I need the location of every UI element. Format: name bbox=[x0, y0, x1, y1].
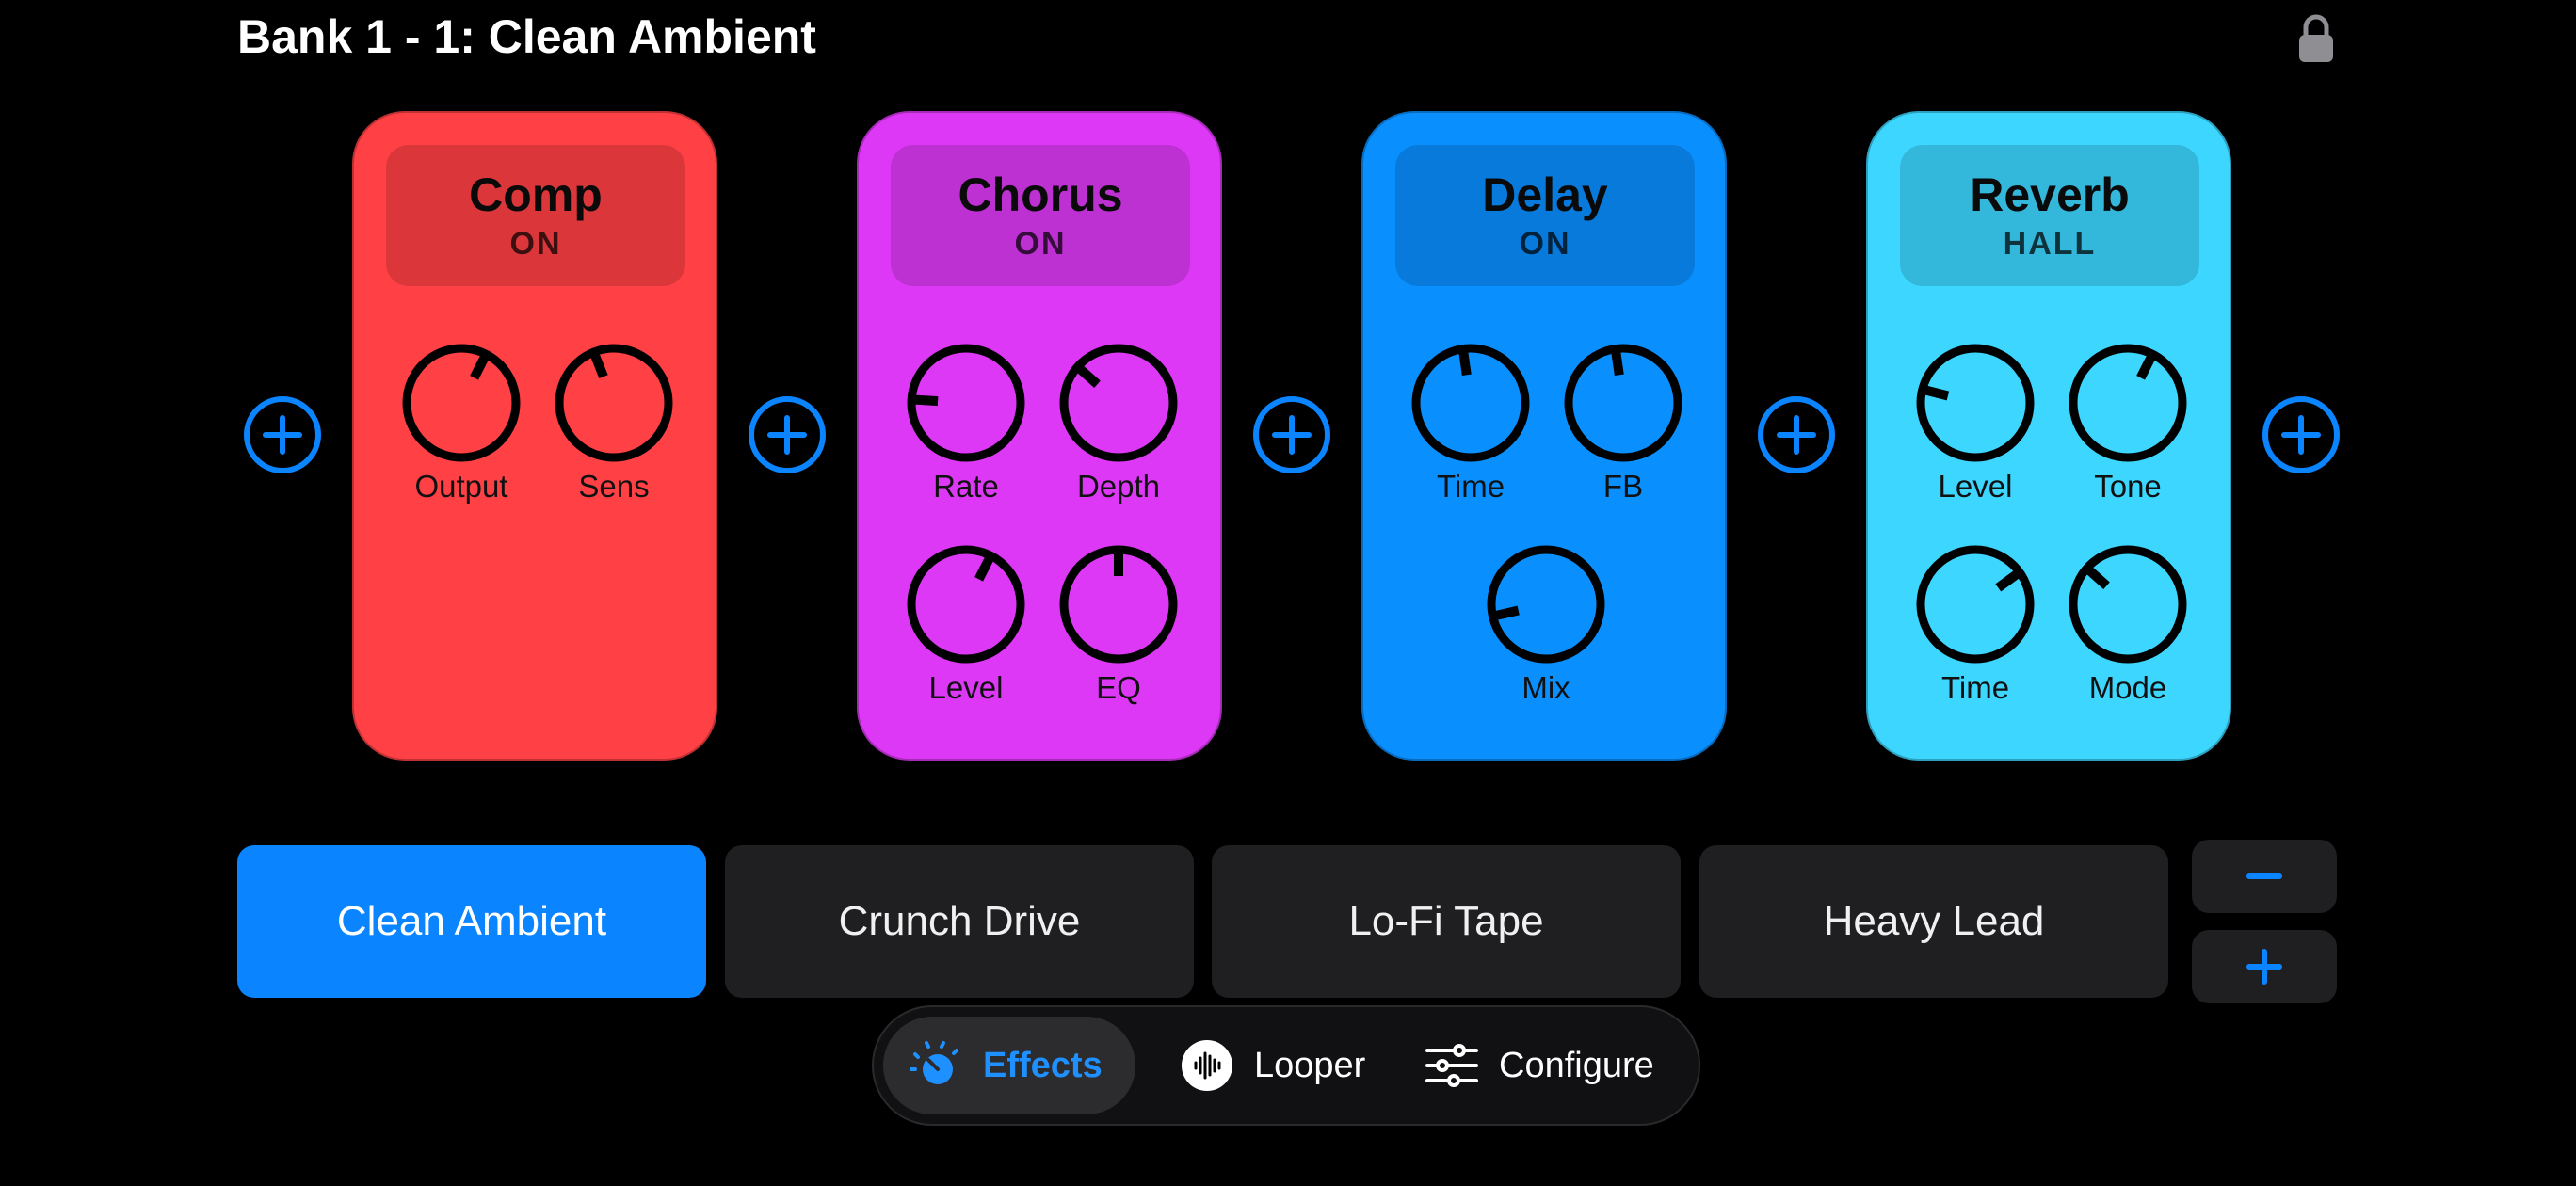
pedal-status: ON bbox=[1519, 225, 1571, 262]
knob-output[interactable]: Output bbox=[386, 339, 537, 527]
knob-eq[interactable]: EQ bbox=[1043, 540, 1194, 729]
pedal-chorus[interactable]: Chorus ON Rate Depth Level EQ bbox=[857, 111, 1222, 761]
knob-label: Tone bbox=[2094, 469, 2162, 504]
knob-label: Mix bbox=[1521, 670, 1570, 705]
tab-label: Configure bbox=[1499, 1045, 1654, 1085]
pedal-status: HALL bbox=[2003, 225, 2097, 262]
knob-label: Depth bbox=[1076, 469, 1161, 504]
knob-dial bbox=[1411, 344, 1530, 462]
knob-label: EQ bbox=[1096, 670, 1141, 705]
knob-label: Level bbox=[1938, 469, 2013, 504]
knob-dial bbox=[1059, 344, 1178, 462]
preset-button-crunch-drive[interactable]: Crunch Drive bbox=[725, 845, 1194, 998]
knob-depth[interactable]: Depth bbox=[1043, 339, 1194, 527]
pedal-name: Chorus bbox=[958, 168, 1123, 221]
tab-effects[interactable]: Effects bbox=[883, 1017, 1135, 1114]
knob-dial bbox=[1487, 545, 1605, 664]
preset-button-heavy-lead[interactable]: Heavy Lead bbox=[1699, 845, 2168, 998]
bank-next-button[interactable] bbox=[2192, 930, 2337, 1003]
knob-level[interactable]: Level bbox=[891, 540, 1041, 729]
add-effect-button-0[interactable] bbox=[243, 395, 322, 474]
pedal-name: Delay bbox=[1482, 168, 1608, 221]
preset-button-lo-fi-tape[interactable]: Lo-Fi Tape bbox=[1212, 845, 1681, 998]
knob-label: Mode bbox=[2088, 670, 2167, 705]
knob-mix[interactable]: Mix bbox=[1471, 540, 1621, 729]
pedal-name: Comp bbox=[469, 168, 603, 221]
tab-configure[interactable]: Configure bbox=[1401, 1017, 1683, 1114]
pedal-name: Reverb bbox=[1970, 168, 2130, 221]
sliders-icon bbox=[1425, 1044, 1478, 1087]
preset-button-clean-ambient[interactable]: Clean Ambient bbox=[237, 845, 706, 998]
pedal-delay[interactable]: Delay ON Time FB Mix bbox=[1361, 111, 1727, 761]
knob-label: Time bbox=[1940, 670, 2010, 705]
pedal-header[interactable]: Reverb HALL bbox=[1900, 145, 2199, 286]
add-effect-button-4[interactable] bbox=[2262, 395, 2341, 474]
plus-circle-icon bbox=[1253, 396, 1330, 473]
knob-time[interactable]: Time bbox=[1900, 540, 2051, 729]
page-title: Bank 1 - 1: Clean Ambient bbox=[237, 10, 816, 63]
knob-dial bbox=[1916, 344, 2035, 462]
knob-label: Sens bbox=[578, 469, 650, 504]
plus-circle-icon bbox=[1758, 396, 1835, 473]
plus-circle-icon bbox=[749, 396, 826, 473]
plus-circle-icon bbox=[244, 396, 321, 473]
knob-label: Time bbox=[1436, 469, 1505, 504]
pedal-header[interactable]: Chorus ON bbox=[891, 145, 1190, 286]
knob-dial bbox=[907, 545, 1025, 664]
tab-label: Effects bbox=[983, 1045, 1103, 1085]
knob-rate[interactable]: Rate bbox=[891, 339, 1041, 527]
plus-circle-icon bbox=[2262, 396, 2340, 473]
knob-dial bbox=[907, 344, 1025, 462]
knob-level[interactable]: Level bbox=[1900, 339, 2051, 527]
knob-sens[interactable]: Sens bbox=[539, 339, 689, 527]
tab-label: Looper bbox=[1254, 1045, 1366, 1085]
knob-icon bbox=[910, 1041, 958, 1084]
knob-tone[interactable]: Tone bbox=[2053, 339, 2203, 527]
pedal-reverb[interactable]: Reverb HALL Level Tone Time Mode bbox=[1866, 111, 2231, 761]
bank-previous-button[interactable] bbox=[2192, 840, 2337, 913]
knob-dial bbox=[2069, 344, 2187, 462]
knob-dial bbox=[1059, 545, 1178, 664]
knob-label: Level bbox=[928, 670, 1004, 705]
knob-mode[interactable]: Mode bbox=[2053, 540, 2203, 729]
knob-label: FB bbox=[1602, 469, 1644, 504]
add-effect-button-2[interactable] bbox=[1252, 395, 1331, 474]
knob-dial bbox=[1564, 344, 1682, 462]
pedal-header[interactable]: Delay ON bbox=[1395, 145, 1695, 286]
knob-dial bbox=[1916, 545, 2035, 664]
minus-icon bbox=[2246, 873, 2282, 879]
knob-fb[interactable]: FB bbox=[1548, 339, 1699, 527]
lock-icon[interactable] bbox=[2297, 13, 2335, 64]
knob-dial bbox=[2069, 545, 2187, 664]
pedal-status: ON bbox=[509, 225, 562, 262]
tab-bar: Effects Looper Configure bbox=[872, 1005, 1700, 1126]
knob-label: Output bbox=[414, 469, 508, 504]
knob-label: Rate bbox=[933, 469, 999, 504]
waveform-icon bbox=[1182, 1040, 1232, 1091]
pedal-comp[interactable]: Comp ON Output Sens bbox=[352, 111, 717, 761]
add-effect-button-3[interactable] bbox=[1757, 395, 1836, 474]
tab-looper[interactable]: Looper bbox=[1156, 1017, 1382, 1114]
pedal-status: ON bbox=[1014, 225, 1067, 262]
knob-dial bbox=[555, 344, 673, 462]
knob-time[interactable]: Time bbox=[1395, 339, 1546, 527]
knob-dial bbox=[402, 344, 521, 462]
pedal-header[interactable]: Comp ON bbox=[386, 145, 685, 286]
add-effect-button-1[interactable] bbox=[748, 395, 827, 474]
plus-icon bbox=[2246, 949, 2282, 985]
